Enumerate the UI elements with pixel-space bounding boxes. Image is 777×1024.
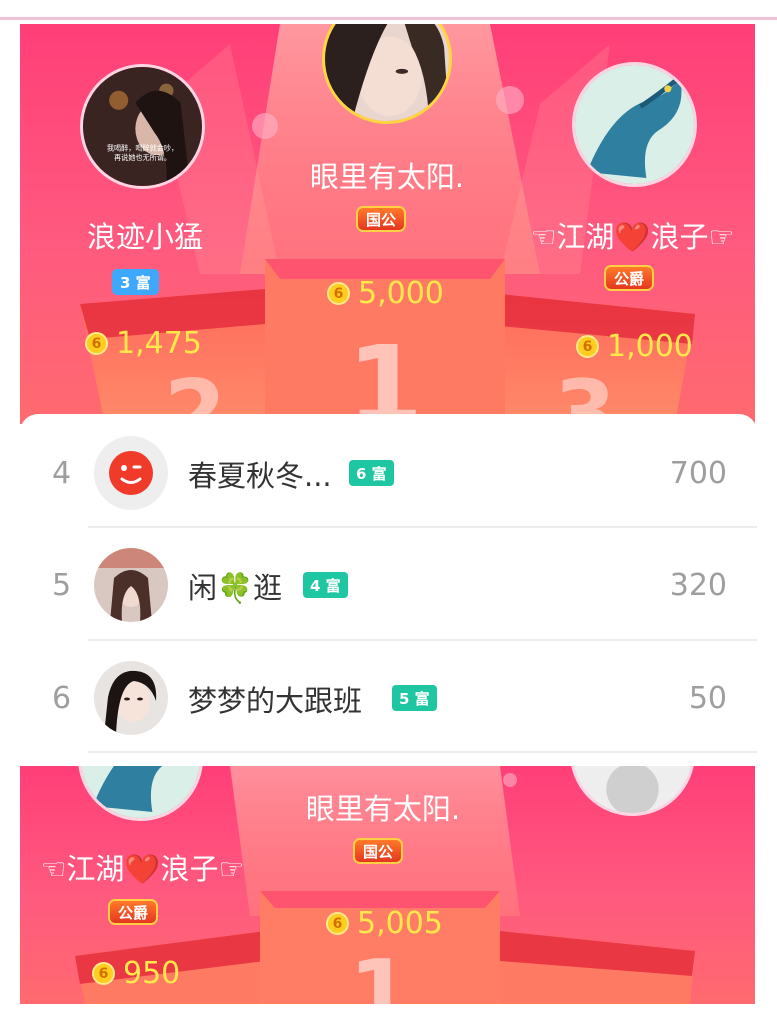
list-item[interactable]: 5 闲🍀逛 4 富 320 [20,530,757,643]
coin-icon: 6 [85,332,108,355]
rich-level-badge: 6 富 [349,460,394,486]
third-place-score: 6 1,000 [576,329,693,364]
bottom-first-score-value: 5,005 [357,906,443,941]
row-divider [88,639,757,641]
user-avatar[interactable] [94,548,168,622]
third-place-score-value: 1,000 [607,329,693,364]
coin-icon: 6 [92,962,115,985]
user-name: 春夏秋冬... [188,459,332,493]
default-avatar-icon [109,451,153,495]
first-place-name: 眼里有太阳. [309,160,465,194]
bottom-second-noble-badge: 公爵 [108,899,159,925]
third-place-noble-badge: 公爵 [604,265,655,291]
third-place-avatar[interactable] [572,62,697,187]
svg-text:我喝醉，喝醉就会吵，: 我喝醉，喝醉就会吵， [107,143,178,152]
first-place-score: 6 5,000 [327,276,444,311]
bottom-second-name: ☜江湖❤️浪子☞ [40,852,245,886]
coin-icon: 6 [327,282,350,305]
rank-number: 4 [52,456,72,491]
bottom-first-noble-badge: 国公 [353,838,404,864]
user-name: 梦梦的大跟班 [188,684,363,718]
bottom-second-score: 6 950 [92,956,180,991]
first-place-noble-badge: 国公 [356,206,407,232]
ranking-list: 4 春夏秋冬... 6 富 700 5 闲🍀逛 4 富 320 6 梦梦的大跟班… [20,414,757,753]
bottom-first-score: 6 5,005 [326,906,443,941]
user-score: 320 [669,568,727,603]
second-place-score-value: 1,475 [116,326,202,361]
user-score: 50 [688,681,727,716]
second-place-name: 浪迹小猛 [86,220,203,254]
user-avatar[interactable] [94,661,168,735]
second-place-rich-badge: 3 富 [112,269,159,295]
bottom-first-name: 眼里有太阳. [305,792,461,826]
second-place-score: 6 1,475 [85,326,202,361]
rich-level-badge: 5 富 [392,685,437,711]
avatar-image [325,24,449,121]
avatar-image [575,65,694,184]
coin-icon: 6 [326,912,349,935]
svg-text:再说她也无所谓。: 再说她也无所谓。 [114,153,171,162]
user-avatar[interactable] [94,436,168,510]
list-item[interactable]: 6 梦梦的大跟班 5 富 50 [20,643,757,756]
avatar-image [94,548,168,622]
coin-icon: 6 [576,335,599,358]
row-divider [88,526,757,528]
podium-number-1: 1 [347,322,424,424]
bottom-ranking-podium: 1 眼里有太阳. 国公 6 5,005 ☜江湖❤️浪子☞ 公爵 6 950 [20,766,755,1004]
avatar-image [94,661,168,735]
top-divider [0,0,777,20]
rich-level-badge: 4 富 [303,572,348,598]
avatar-image: 我喝醉，喝醉就会吵， 再说她也无所谓。 [83,67,202,186]
top-ranking-podium: 1 2 3 眼里有太阳. 国公 6 5,000 我喝醉，喝醉就会吵， 再说她也无… [20,24,755,424]
list-item[interactable]: 4 春夏秋冬... 6 富 700 [20,418,757,531]
user-score: 700 [669,456,727,491]
podium-number-1: 1 [349,941,412,1004]
first-place-score-value: 5,000 [358,276,444,311]
rank-number: 6 [52,681,72,716]
user-name: 闲🍀逛 [188,571,283,605]
third-place-name: ☜江湖❤️浪子☞ [530,220,735,254]
row-divider [88,751,757,753]
second-place-avatar[interactable]: 我喝醉，喝醉就会吵， 再说她也无所谓。 [80,64,205,189]
rank-number: 5 [52,568,72,603]
bottom-second-score-value: 950 [123,956,181,991]
